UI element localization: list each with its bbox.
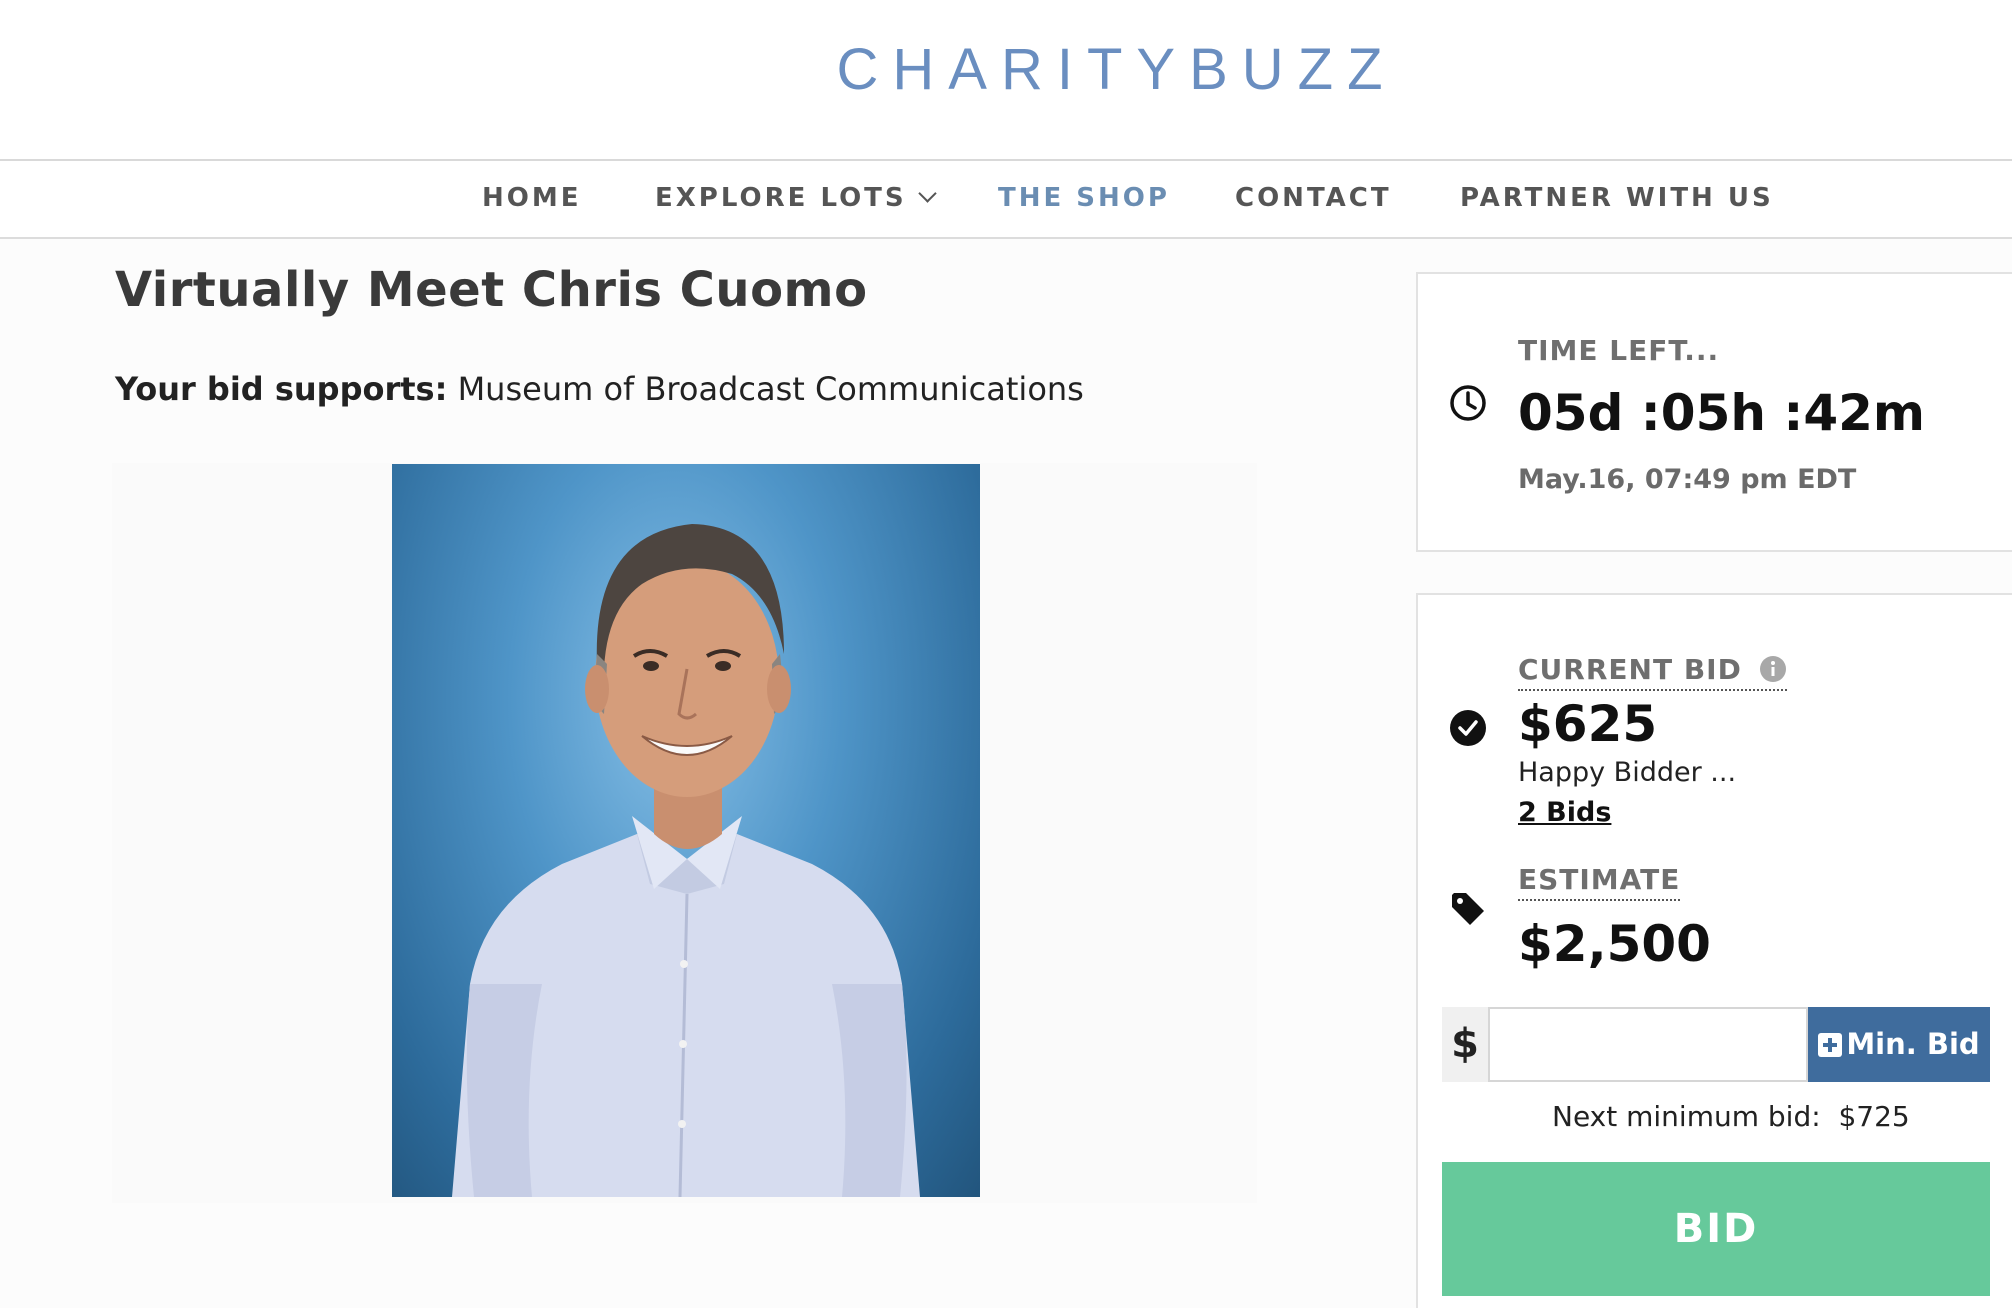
site-logo[interactable]: CHARITYBUZZ (0, 36, 2012, 103)
estimate-label: ESTIMATE (1518, 863, 1681, 901)
bid-history-link[interactable]: 2 Bids (1518, 797, 1611, 828)
bid-supports: Your bid supports: Museum of Broadcast C… (115, 370, 1084, 408)
current-bid-label: CURRENT BID (1518, 653, 1787, 691)
min-bid-button-label: Min. Bid (1846, 1027, 1980, 1061)
time-left-panel: TIME LEFT... 05d :05h :42m May.16, 07:49… (1416, 272, 2012, 552)
nav-item-contact[interactable]: CONTACT (1235, 183, 1392, 213)
min-bid-button[interactable]: Min. Bid (1808, 1007, 1990, 1082)
clock-icon (1450, 385, 1486, 421)
estimate-value: $2,500 (1518, 915, 1711, 973)
nav-item-explore-lots[interactable]: EXPLORE LOTS (655, 183, 937, 213)
nav-item-partner-with-us[interactable]: PARTNER WITH US (1460, 183, 1774, 213)
current-bid-value: $625 (1518, 695, 1658, 753)
main-nav: HOME EXPLORE LOTS THE SHOP CONTACT PARTN… (0, 161, 2012, 239)
info-icon[interactable] (1759, 655, 1787, 683)
end-time: May.16, 07:49 pm EDT (1518, 464, 1857, 495)
page-title: Virtually Meet Chris Cuomo (115, 262, 868, 318)
chevron-down-icon (917, 184, 937, 203)
bid-input-group: $ Min. Bid (1442, 1007, 1990, 1082)
next-minimum-bid-value: $725 (1838, 1100, 1910, 1133)
bid-supports-label: Your bid supports: (115, 370, 448, 408)
bid-amount-input[interactable] (1488, 1007, 1808, 1082)
next-minimum-bid-label: Next minimum bid: (1552, 1100, 1821, 1133)
high-bidder: Happy Bidder ... (1518, 757, 1737, 788)
lot-image[interactable] (392, 464, 980, 1197)
site-header: CHARITYBUZZ (0, 0, 2012, 161)
nav-item-home[interactable]: HOME (482, 183, 582, 213)
currency-symbol: $ (1442, 1007, 1488, 1082)
time-left-label: TIME LEFT... (1518, 334, 1720, 367)
current-bid-heading[interactable]: CURRENT BID (1518, 653, 1787, 691)
check-circle-icon (1450, 710, 1486, 746)
nav-item-the-shop[interactable]: THE SHOP (998, 183, 1170, 213)
countdown: 05d :05h :42m (1518, 384, 1926, 442)
bid-button[interactable]: BID (1442, 1162, 1990, 1296)
estimate-heading[interactable]: ESTIMATE (1518, 863, 1681, 901)
plus-square-icon (1818, 1033, 1843, 1057)
portrait-illustration (452, 524, 920, 1197)
tag-icon (1452, 893, 1484, 925)
bid-supports-charity[interactable]: Museum of Broadcast Communications (458, 370, 1084, 408)
next-minimum-bid: Next minimum bid: $725 (1552, 1100, 1910, 1133)
nav-item-explore-lots-label: EXPLORE LOTS (655, 183, 907, 213)
